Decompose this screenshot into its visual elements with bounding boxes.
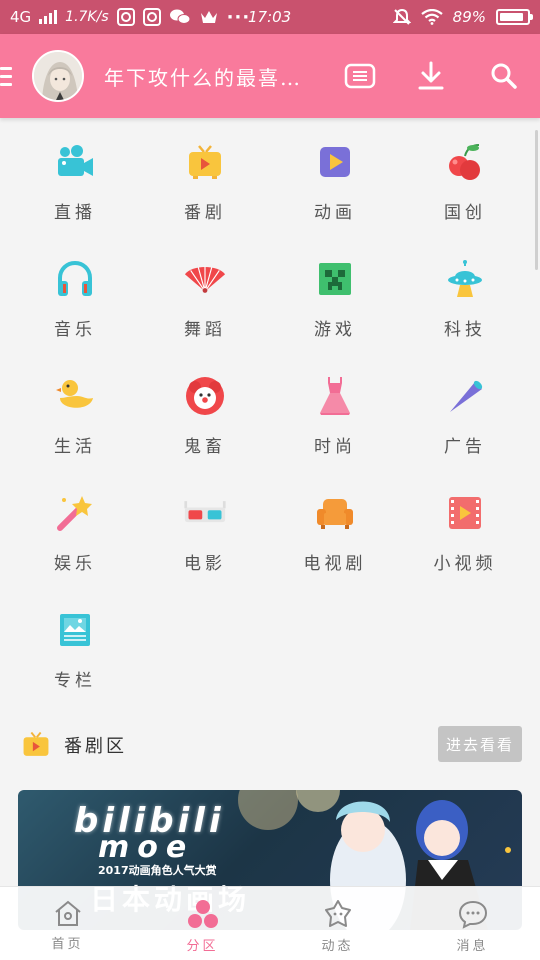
category-fashion[interactable]: 时尚 [270,364,400,481]
banner-moe: moe [98,830,195,865]
nav-label: 动态 [321,939,354,954]
category-music[interactable]: 音乐 [10,247,140,364]
category-short-video[interactable]: 小视频 [400,481,530,598]
category-label: 科技 [444,320,486,340]
wifi-icon [420,9,443,25]
home-icon [54,900,81,926]
moments-icon [324,900,351,927]
magic-wand-icon [53,491,97,535]
category-label: 小视频 [433,554,497,574]
status-bar: 4G 1.7K/s ··· 17:03 89% [0,0,540,34]
category-live[interactable]: 直播 [10,130,140,247]
sofa-icon [313,491,357,535]
menu-icon[interactable] [0,34,18,118]
category-kichiku[interactable]: 鬼畜 [140,364,270,481]
category-label: 鬼畜 [184,437,226,457]
crown-icon [199,9,219,25]
category-label: 专栏 [54,671,96,691]
battery-percent: 89% [452,8,486,26]
avatar[interactable] [32,50,84,102]
tv-icon [23,731,49,756]
nav-label: 消息 [456,939,489,954]
category-label: 电影 [184,554,226,574]
nav-moments[interactable]: 动态 [270,887,405,960]
mute-bell-icon [392,8,411,26]
nav-messages[interactable]: 消息 [405,887,540,960]
network-type: 4G [10,8,32,26]
3d-glasses-icon [183,491,227,535]
download-icon[interactable] [411,56,451,96]
category-label: 生活 [54,437,96,457]
ufo-icon [443,257,487,301]
category-label: 广告 [444,437,486,457]
category-game[interactable]: 游戏 [270,247,400,364]
category-life[interactable]: 生活 [10,364,140,481]
category-grid: 直播 番剧 动画 国创 音乐 舞蹈 游戏 科技 生活 鬼畜 时尚 广告 娱乐 电… [10,130,530,715]
more-button[interactable]: 进去看看 [438,726,522,762]
article-icon [53,608,97,652]
animation-play-icon [313,140,357,184]
category-label: 动画 [314,203,356,223]
live-camera-icon [53,140,97,184]
category-entertainment[interactable]: 娱乐 [10,481,140,598]
creeper-icon [313,257,357,301]
fan-icon [183,257,227,301]
nav-home[interactable]: 首页 [0,887,135,960]
category-column[interactable]: 专栏 [10,598,140,715]
film-icon [443,491,487,535]
tv-icon [183,140,227,184]
category-guochuang[interactable]: 国创 [400,130,530,247]
category-tech[interactable]: 科技 [400,247,530,364]
wechat-icon [169,8,191,26]
search-icon[interactable] [484,56,524,96]
category-label: 国创 [444,203,486,223]
dress-icon [313,374,357,418]
battery-icon [496,9,533,25]
category-icon [187,900,218,928]
clown-icon [183,374,227,418]
net-speed: 1.7K/s [65,9,109,25]
category-label: 游戏 [314,320,356,340]
category-tv-series[interactable]: 电视剧 [270,481,400,598]
telescope-icon [443,374,487,418]
signal-icon [39,10,58,24]
category-label: 舞蹈 [184,320,226,340]
duck-icon [53,374,97,418]
notification-icon [142,8,161,26]
clock: 17:03 [248,8,292,26]
category-dance[interactable]: 舞蹈 [140,247,270,364]
more-dots-icon: ··· [226,6,251,28]
bottom-nav: 首页 分区 动态 消息 [0,886,540,960]
nav-category[interactable]: 分区 [135,887,270,960]
app-header: 年下攻什么的最喜… [0,34,540,118]
header-title[interactable]: 年下攻什么的最喜… [104,62,320,91]
nav-label: 分区 [186,939,219,954]
category-movie[interactable]: 电影 [140,481,270,598]
nav-label: 首页 [51,937,84,952]
category-animation[interactable]: 动画 [270,130,400,247]
scrollbar[interactable] [535,130,538,270]
message-icon [458,900,487,929]
category-ads[interactable]: 广告 [400,364,530,481]
category-label: 番剧 [184,203,226,223]
section-title: 番剧区 [64,736,127,757]
game-center-icon[interactable] [340,56,380,96]
category-bangumi[interactable]: 番剧 [140,130,270,247]
section-header: 番剧区 进去看看 [0,722,540,768]
category-label: 时尚 [314,437,356,457]
category-label: 音乐 [54,320,96,340]
category-label: 直播 [54,203,96,223]
cherry-icon [443,140,487,184]
notification-icon [116,8,135,26]
category-label: 电视剧 [303,554,367,574]
headphones-icon [53,257,97,301]
banner-subtitle: 2017动画角色人气大赏 [98,864,217,877]
category-label: 娱乐 [54,554,96,574]
